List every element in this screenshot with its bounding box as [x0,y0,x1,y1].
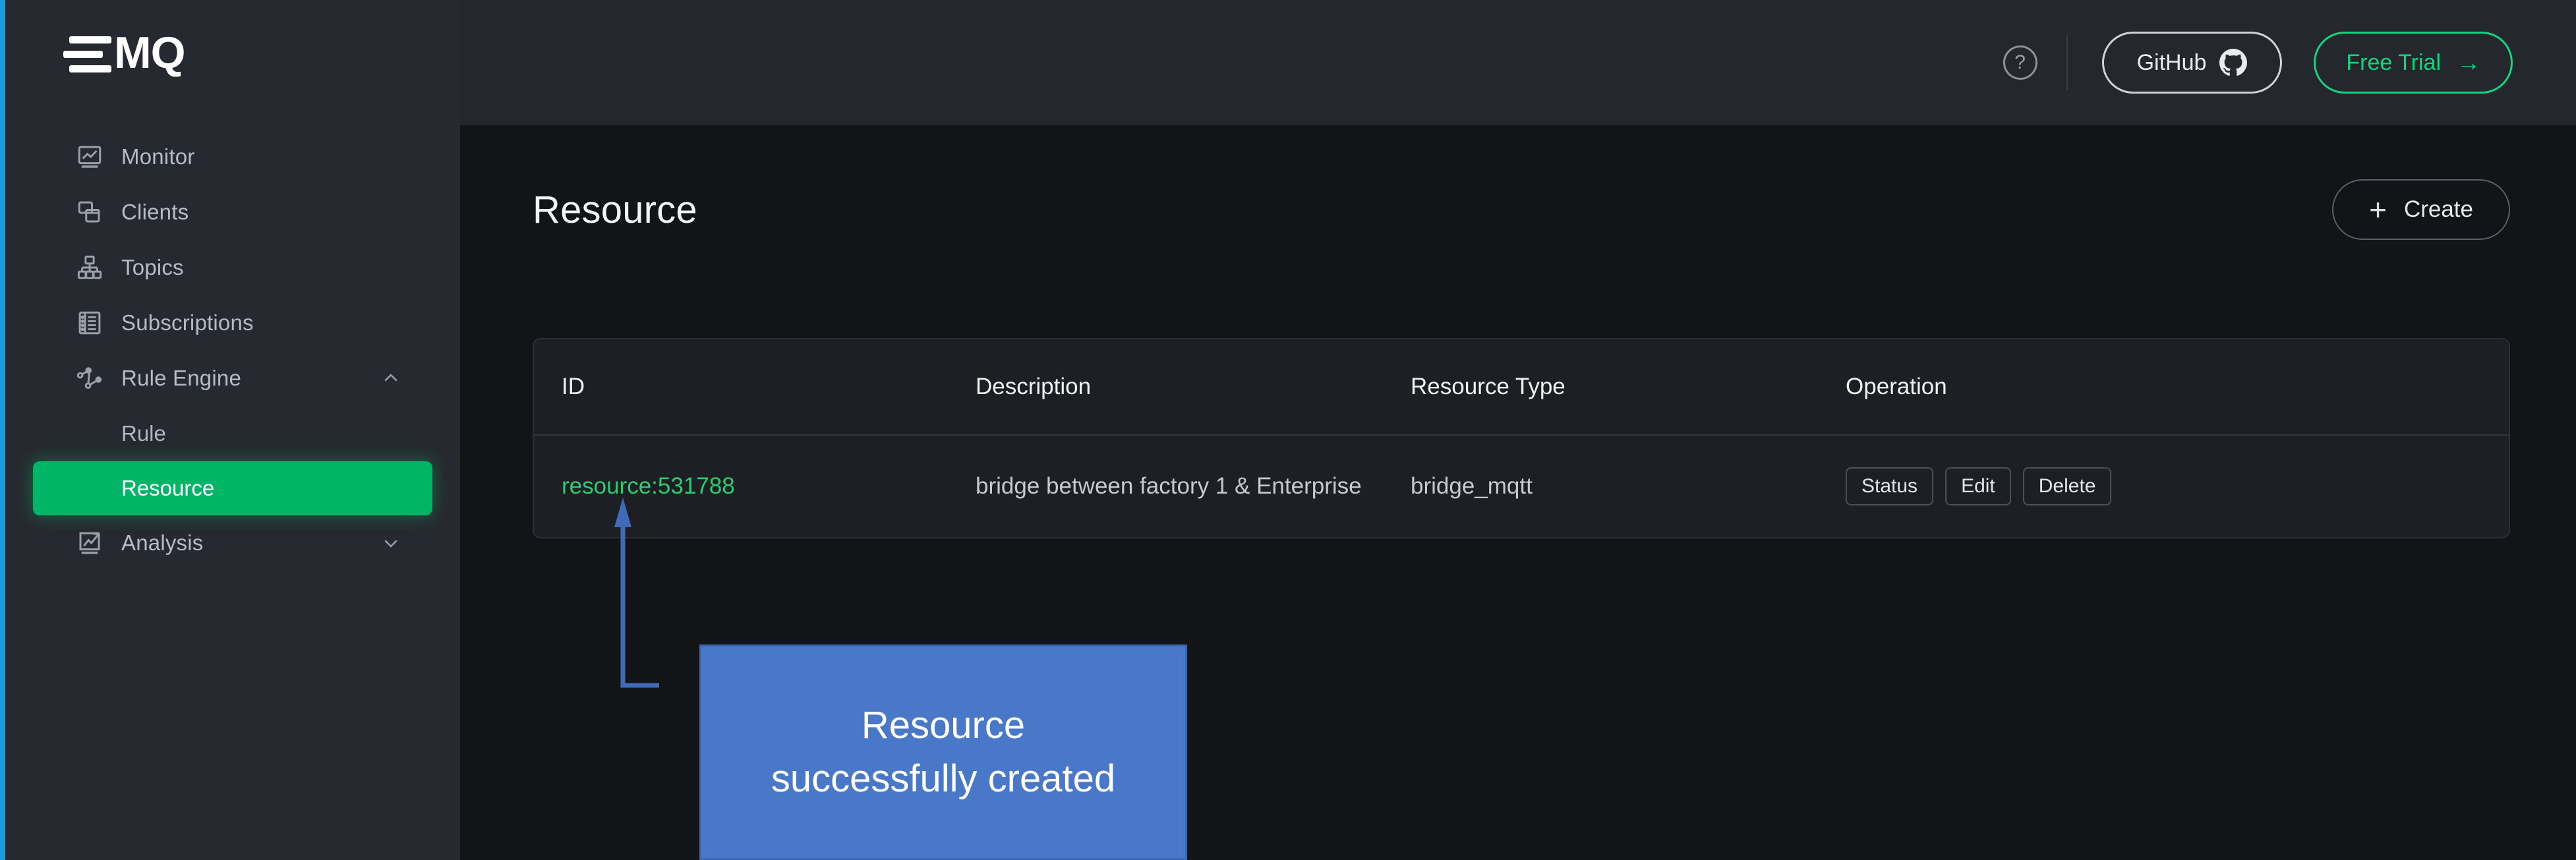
table-row: resource:531788 bridge between factory 1… [534,435,2509,537]
arrow-right-icon: → [2457,49,2480,76]
table-head: ID Description Resource Type Operation [534,339,2509,436]
callout-box[interactable]: Resource successfully created [699,645,1187,860]
free-trial-button[interactable]: Free Trial → [2314,32,2513,94]
operation-buttons: Status Edit Delete [1846,467,2509,505]
edit-button[interactable]: Edit [1945,467,2011,505]
emq-logo-text: MQ [114,28,186,78]
chevron-down-icon[interactable] [381,533,401,553]
cell-operations: Status Edit Delete [1846,435,2509,537]
cell-resource-type: bridge_mqtt [1411,473,1533,499]
column-header-description[interactable]: Description [976,339,1411,436]
plus-icon: + [2369,192,2387,227]
cell-description: bridge between factory 1 & Enterprise [976,473,1362,499]
sidebar-subitem-resource[interactable]: Resource [33,461,432,515]
resource-id-link[interactable]: resource:531788 [562,473,735,499]
sidebar-subitem-label: Rule [121,421,166,445]
clients-icon [75,198,104,227]
sidebar-item-label: Subscriptions [121,310,254,335]
sidebar-item-label: Analysis [121,530,204,555]
sidebar-item-rule-engine[interactable]: Rule Engine [5,351,460,406]
callout-text: Resource successfully created [771,704,1116,800]
app-root: MQ Monitor Clients Topics Subscriptions … [0,0,2576,860]
topics-tree-icon [75,253,104,282]
sidebar-item-subscriptions[interactable]: Subscriptions [5,295,460,351]
rule-engine-nodes-icon [75,364,104,393]
cell-id: resource:531788 [534,435,976,537]
table-body: resource:531788 bridge between factory 1… [534,435,2509,537]
monitor-chart-icon [75,142,104,171]
column-header-resource-type[interactable]: Resource Type [1411,339,1846,436]
column-header-operation[interactable]: Operation [1846,339,2509,436]
create-button-label: Create [2403,196,2473,222]
header-divider [2066,35,2068,90]
sidebar-nav: Monitor Clients Topics Subscriptions Rul… [5,129,460,571]
delete-button[interactable]: Delete [2022,467,2112,505]
subscriptions-list-icon [75,308,104,337]
emq-logo[interactable]: MQ [63,26,186,79]
sidebar-item-label: Topics [121,255,184,279]
github-icon [2219,49,2248,76]
column-header-id[interactable]: ID [534,339,976,436]
create-button[interactable]: + Create [2332,179,2510,240]
analysis-trend-icon [75,529,104,558]
chevron-up-icon[interactable] [381,368,401,388]
github-button-label: GitHub [2136,49,2207,75]
sidebar-item-label: Rule Engine [121,366,241,390]
left-accent-strip [0,0,5,860]
top-header-bar: ? GitHub Free Trial → [460,0,2576,125]
emq-logo-bars-icon [63,34,111,72]
sidebar-item-clients[interactable]: Clients [5,185,460,240]
resource-table-card: ID Description Resource Type Operation r… [533,338,2510,538]
github-button[interactable]: GitHub [2101,32,2283,94]
status-button[interactable]: Status [1846,467,1934,505]
sidebar-subitem-rule[interactable]: Rule [5,406,460,461]
page-title: Resource [533,188,697,231]
free-trial-button-label: Free Trial [2346,49,2441,75]
sidebar-item-topics[interactable]: Topics [5,240,460,295]
sidebar-item-analysis[interactable]: Analysis [5,515,460,571]
table-header-row: ID Description Resource Type Operation [534,339,2509,436]
resource-table: ID Description Resource Type Operation r… [534,339,2509,537]
sidebar: MQ Monitor Clients Topics Subscriptions … [5,0,460,860]
question-circle-icon[interactable]: ? [2003,45,2037,80]
sidebar-item-monitor[interactable]: Monitor [5,129,460,185]
sidebar-item-label: Monitor [121,144,195,169]
sidebar-item-label: Clients [121,200,189,224]
sidebar-subitem-label: Resource [121,476,215,500]
page-header: Resource + Create [533,179,2510,240]
